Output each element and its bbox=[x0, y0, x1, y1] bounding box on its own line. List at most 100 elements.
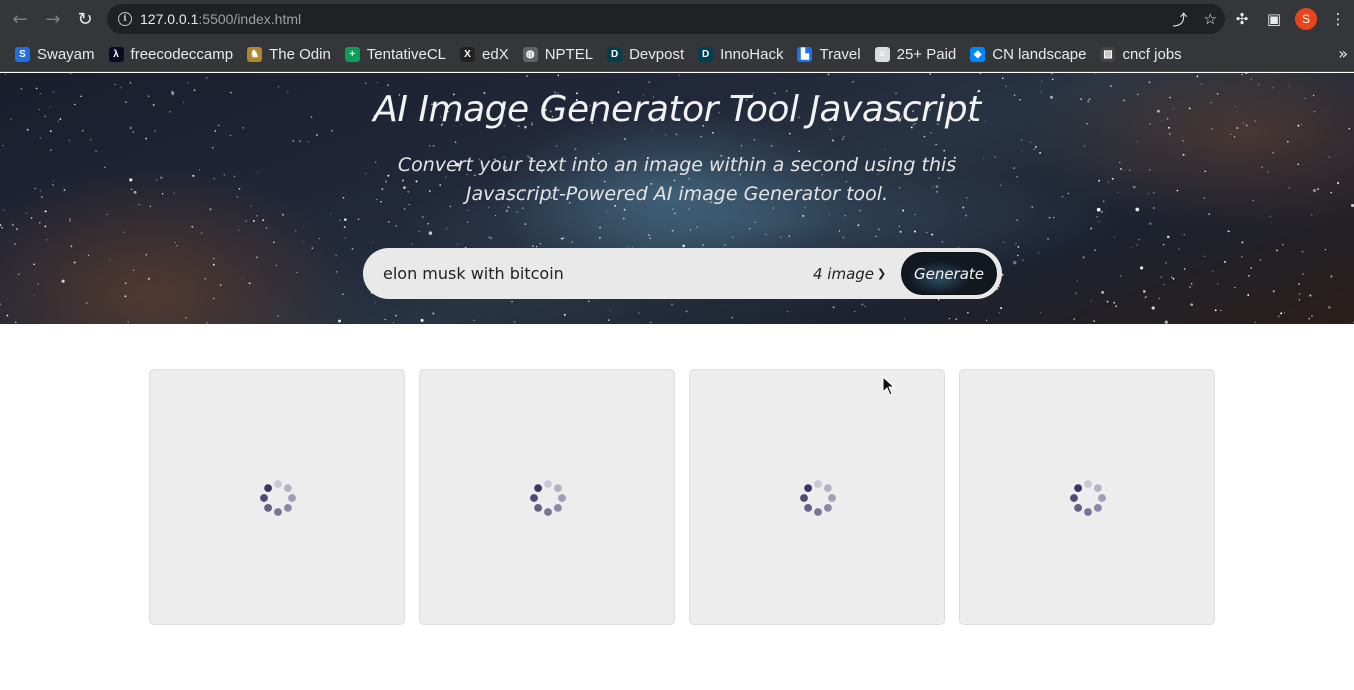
bookmark-the-odin[interactable]: ♞ The Odin bbox=[240, 41, 338, 69]
star bbox=[1234, 286, 1236, 289]
forward-icon[interactable]: → bbox=[37, 3, 69, 35]
star bbox=[1129, 169, 1131, 171]
more-bookmarks-icon[interactable]: » bbox=[1338, 44, 1348, 63]
star bbox=[1250, 267, 1252, 269]
star bbox=[114, 83, 116, 86]
star bbox=[702, 244, 705, 246]
back-icon[interactable]: ← bbox=[4, 3, 36, 35]
bookmark-25-paid[interactable]: ≡ 25+ Paid bbox=[868, 41, 964, 69]
star bbox=[211, 146, 214, 149]
star bbox=[685, 310, 688, 313]
star bbox=[219, 284, 222, 287]
star bbox=[1163, 284, 1165, 286]
star bbox=[81, 129, 84, 132]
star bbox=[599, 226, 602, 229]
star bbox=[432, 312, 435, 315]
star bbox=[1108, 181, 1110, 183]
star bbox=[827, 73, 830, 76]
bookmark-label: edX bbox=[482, 46, 509, 63]
hero-section: AI Image Generator Tool Javascript Conve… bbox=[0, 73, 1354, 324]
star bbox=[148, 277, 151, 280]
star bbox=[467, 209, 469, 212]
image-quantity-select[interactable]: 4 image ❯ bbox=[813, 248, 886, 299]
side-panel-icon[interactable]: ▣ bbox=[1258, 0, 1290, 38]
star bbox=[69, 218, 71, 220]
star bbox=[191, 225, 194, 228]
star bbox=[1017, 246, 1020, 248]
star bbox=[754, 221, 756, 223]
bookmark-innohack[interactable]: D InnoHack bbox=[691, 41, 790, 69]
odin-icon: ♞ bbox=[247, 47, 263, 62]
star bbox=[299, 140, 301, 143]
star bbox=[1248, 274, 1250, 277]
star bbox=[998, 285, 1000, 288]
page-subtitle: Convert your text into an image within a… bbox=[397, 154, 957, 205]
bookmark-freecodeccamp[interactable]: λ freecodeccamp bbox=[102, 41, 241, 69]
bookmark-cn-landscape[interactable]: ◆ CN landscape bbox=[963, 41, 1093, 69]
mouse-cursor-icon bbox=[882, 376, 896, 396]
generate-button[interactable]: Generate bbox=[901, 252, 997, 295]
star bbox=[25, 212, 27, 214]
prompt-input[interactable] bbox=[383, 264, 793, 283]
star bbox=[1309, 294, 1312, 297]
star bbox=[1003, 241, 1005, 244]
star bbox=[129, 82, 132, 84]
star bbox=[1138, 238, 1140, 241]
share-icon[interactable]: ⤴ bbox=[1173, 9, 1188, 30]
site-info-icon[interactable]: i bbox=[118, 12, 132, 26]
url-text[interactable]: 127.0.0.1:5500/index.html bbox=[140, 11, 301, 27]
star bbox=[838, 230, 841, 232]
star bbox=[938, 299, 940, 301]
menu-kebab-icon[interactable]: ⋮ bbox=[1322, 0, 1354, 38]
star bbox=[623, 208, 626, 211]
extensions-icon[interactable]: ✣ bbox=[1226, 0, 1258, 38]
star bbox=[33, 263, 35, 266]
star bbox=[395, 314, 397, 317]
star bbox=[1224, 260, 1226, 263]
star bbox=[923, 135, 926, 138]
bookmark-label: freecodeccamp bbox=[130, 46, 234, 63]
star bbox=[1120, 168, 1122, 170]
bookmark-nptel[interactable]: ◍ NPTEL bbox=[516, 41, 600, 69]
star bbox=[765, 233, 767, 235]
star bbox=[1301, 250, 1304, 253]
image-card bbox=[419, 369, 675, 625]
bookmark-devpost[interactable]: D Devpost bbox=[600, 41, 691, 69]
star bbox=[233, 175, 236, 177]
star bbox=[149, 205, 152, 208]
star bbox=[1288, 85, 1290, 87]
bookmark-travel[interactable]: ▙ Travel bbox=[790, 41, 867, 69]
star bbox=[1101, 290, 1105, 294]
star bbox=[0, 224, 2, 227]
bookmark-cncf-jobs[interactable]: ▧ cncf jobs bbox=[1093, 41, 1188, 69]
address-bar[interactable]: i 127.0.0.1:5500/index.html ⤴ ☆ bbox=[107, 4, 1225, 34]
star bbox=[1208, 213, 1210, 215]
profile-button[interactable]: S bbox=[1290, 0, 1322, 38]
star bbox=[473, 319, 475, 322]
url-path: :5500/index.html bbox=[198, 11, 302, 27]
bookmark-swayam[interactable]: S Swayam bbox=[8, 41, 102, 69]
star bbox=[1168, 132, 1171, 135]
star bbox=[145, 253, 148, 256]
reload-icon[interactable]: ↻ bbox=[69, 3, 101, 35]
star bbox=[1094, 249, 1097, 252]
bookmark-star-icon[interactable]: ☆ bbox=[1204, 10, 1217, 28]
bookmark-edx[interactable]: XedX bbox=[453, 41, 516, 69]
star bbox=[638, 312, 640, 314]
star bbox=[1269, 215, 1271, 217]
star bbox=[16, 228, 18, 230]
star bbox=[622, 217, 625, 220]
star bbox=[665, 134, 667, 136]
star bbox=[532, 245, 534, 247]
star bbox=[160, 176, 163, 179]
star bbox=[1145, 295, 1147, 298]
star bbox=[418, 230, 420, 233]
star bbox=[1297, 163, 1299, 166]
star bbox=[857, 224, 860, 227]
bookmark-label: Swayam bbox=[37, 46, 95, 63]
bookmark-tentativecl[interactable]: + TentativeCL bbox=[338, 41, 453, 69]
star bbox=[1330, 275, 1333, 278]
star bbox=[1201, 83, 1203, 85]
star bbox=[1203, 197, 1205, 199]
star bbox=[914, 230, 916, 233]
